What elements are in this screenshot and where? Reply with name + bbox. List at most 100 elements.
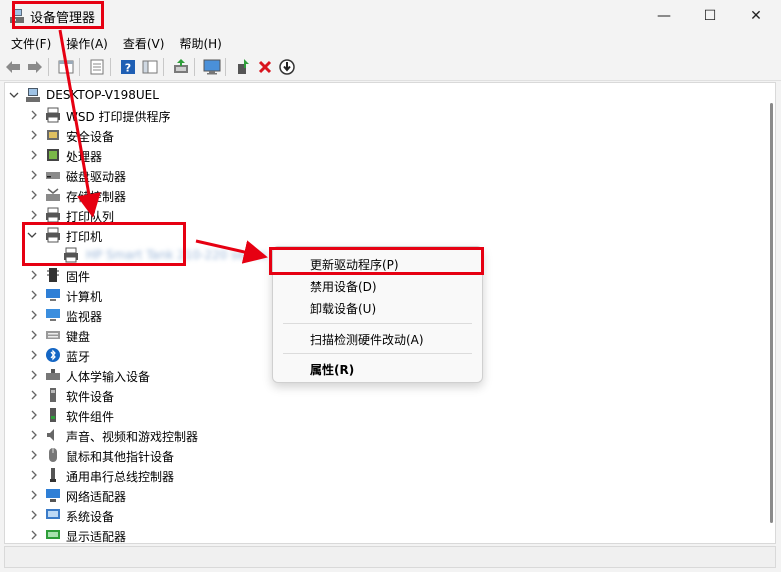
- tree-item[interactable]: 软件组件: [5, 405, 765, 425]
- enable-device-button[interactable]: [234, 58, 252, 76]
- disk-icon: [46, 172, 60, 179]
- toolbar-separator: [194, 58, 195, 76]
- tree-item[interactable]: 存储控制器: [5, 185, 765, 205]
- forward-button[interactable]: [26, 58, 44, 76]
- forward-arrow-icon: [28, 61, 42, 73]
- chevron-right-icon[interactable]: [29, 410, 39, 420]
- hid-icon: [46, 369, 60, 380]
- mouse-icon: [49, 448, 57, 462]
- chevron-down-icon[interactable]: [27, 230, 37, 240]
- annotation-box-title: [12, 1, 104, 29]
- chevron-right-icon[interactable]: [29, 310, 39, 320]
- network-icon: [46, 489, 60, 502]
- uninstall-device-button[interactable]: [256, 58, 274, 76]
- context-disable-device[interactable]: 禁用设备(D): [310, 278, 377, 295]
- chevron-right-icon[interactable]: [29, 170, 39, 180]
- computer-icon: [46, 289, 60, 301]
- list-view-button[interactable]: [88, 58, 106, 76]
- maximize-button[interactable]: ☐: [687, 0, 733, 32]
- tree-item[interactable]: 处理器: [5, 145, 765, 165]
- chevron-right-icon[interactable]: [29, 490, 39, 500]
- chevron-right-icon[interactable]: [29, 270, 39, 280]
- tree-item[interactable]: 显示适配器: [5, 525, 765, 544]
- menu-action[interactable]: 操作(A): [66, 35, 108, 52]
- tree-item-label: 系统设备: [66, 510, 115, 524]
- printer-icon: [64, 247, 78, 263]
- toolbar-separator: [163, 58, 164, 76]
- title-bar: 设备管理器 — ☐ ✕: [0, 0, 781, 32]
- tree-item[interactable]: WSD 打印提供程序: [5, 105, 765, 125]
- uninstall-x-icon: [258, 60, 272, 74]
- tree-item[interactable]: 安全设备: [5, 125, 765, 145]
- chevron-right-icon[interactable]: [29, 390, 39, 400]
- download-button[interactable]: [278, 58, 296, 76]
- tree-item[interactable]: 磁盘驱动器: [5, 165, 765, 185]
- tree-item-label: 网络适配器: [66, 490, 127, 504]
- chevron-right-icon[interactable]: [29, 130, 39, 140]
- display-adapter-icon: [46, 530, 60, 539]
- chevron-right-icon[interactable]: [29, 510, 39, 520]
- chevron-right-icon[interactable]: [29, 450, 39, 460]
- scan-hardware-button[interactable]: [203, 58, 221, 76]
- chevron-right-icon[interactable]: [29, 110, 39, 120]
- tree-item[interactable]: 软件设备: [5, 385, 765, 405]
- tree-item[interactable]: 网络适配器: [5, 485, 765, 505]
- printer-icon: [46, 107, 60, 123]
- vertical-scrollbar[interactable]: [770, 103, 773, 523]
- menu-help[interactable]: 帮助(H): [179, 35, 221, 52]
- chevron-right-icon[interactable]: [29, 190, 39, 200]
- chevron-right-icon[interactable]: [29, 470, 39, 480]
- chevron-right-icon[interactable]: [29, 210, 39, 220]
- list-view-icon: [90, 59, 104, 75]
- computer-icon: [26, 88, 40, 102]
- menu-view[interactable]: 查看(V): [123, 35, 165, 52]
- minimize-button[interactable]: —: [641, 0, 687, 32]
- chevron-right-icon[interactable]: [29, 150, 39, 160]
- tree-item-label: 蓝牙: [66, 350, 91, 364]
- properties-window-button[interactable]: [57, 58, 75, 76]
- toolbar: ?: [0, 54, 781, 81]
- chevron-right-icon[interactable]: [29, 530, 39, 540]
- context-properties[interactable]: 属性(R): [310, 361, 354, 378]
- tree-item-label: 显示适配器: [66, 530, 127, 544]
- panel-view-button[interactable]: [141, 58, 159, 76]
- chevron-right-icon[interactable]: [29, 430, 39, 440]
- context-scan-hardware[interactable]: 扫描检测硬件改动(A): [310, 331, 424, 348]
- chevron-right-icon[interactable]: [29, 290, 39, 300]
- close-button[interactable]: ✕: [733, 0, 779, 32]
- tree-item[interactable]: 通用串行总线控制器: [5, 465, 765, 485]
- tree-item[interactable]: 声音、视频和游戏控制器: [5, 425, 765, 445]
- help-button[interactable]: ?: [119, 58, 137, 76]
- software-device-icon: [50, 388, 56, 402]
- chevron-right-icon[interactable]: [29, 330, 39, 340]
- minimize-icon: —: [657, 8, 671, 24]
- context-uninstall-device[interactable]: 卸载设备(U): [310, 300, 376, 317]
- chevron-down-icon[interactable]: [9, 90, 19, 100]
- toolbar-separator: [79, 58, 80, 76]
- tree-item-label: 打印机: [66, 230, 103, 244]
- tree-item-label: 安全设备: [66, 130, 115, 144]
- tree-item[interactable]: 鼠标和其他指针设备: [5, 445, 765, 465]
- keyboard-icon: [46, 331, 60, 339]
- tree-item-label: 鼠标和其他指针设备: [66, 450, 175, 464]
- tree-item-label: 键盘: [66, 330, 91, 344]
- tree-root-row[interactable]: DESKTOP-V198UEL: [5, 85, 765, 105]
- context-update-driver[interactable]: 更新驱动程序(P): [310, 256, 399, 273]
- menu-bar: 文件(F) 操作(A) 查看(V) 帮助(H): [0, 32, 781, 54]
- update-driver-button[interactable]: [172, 58, 190, 76]
- properties-window-icon: [58, 60, 74, 74]
- tree-item[interactable]: 系统设备: [5, 505, 765, 525]
- menu-file[interactable]: 文件(F): [11, 35, 51, 52]
- tree-item[interactable]: 打印机: [5, 225, 765, 245]
- tree-item-label: 处理器: [66, 150, 103, 164]
- help-icon: ?: [121, 60, 135, 75]
- usb-icon: [50, 468, 56, 482]
- tree-item-label: 软件设备: [66, 390, 115, 404]
- tree-item-label: 通用串行总线控制器: [66, 470, 175, 484]
- chevron-right-icon[interactable]: [29, 370, 39, 380]
- back-button[interactable]: [4, 58, 22, 76]
- chevron-right-icon[interactable]: [29, 350, 39, 360]
- tree-item-label: WSD 打印提供程序: [66, 110, 171, 124]
- status-bar: [4, 546, 776, 568]
- tree-item[interactable]: 打印队列: [5, 205, 765, 225]
